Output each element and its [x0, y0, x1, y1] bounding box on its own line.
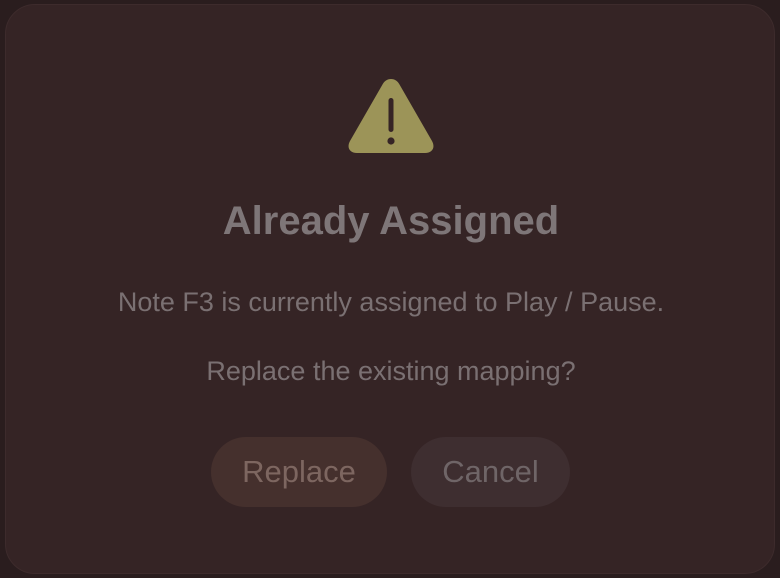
cancel-button[interactable]: Cancel: [411, 437, 570, 507]
replace-button[interactable]: Replace: [211, 437, 387, 507]
dialog-prompt: Replace the existing mapping?: [206, 356, 576, 386]
alert-dialog: Already Assigned Note F3 is currently as…: [5, 4, 775, 574]
warning-triangle-icon: [346, 75, 436, 161]
dialog-message: Note F3 is currently assigned to Play / …: [117, 287, 665, 317]
dialog-title: Already Assigned: [222, 199, 560, 243]
